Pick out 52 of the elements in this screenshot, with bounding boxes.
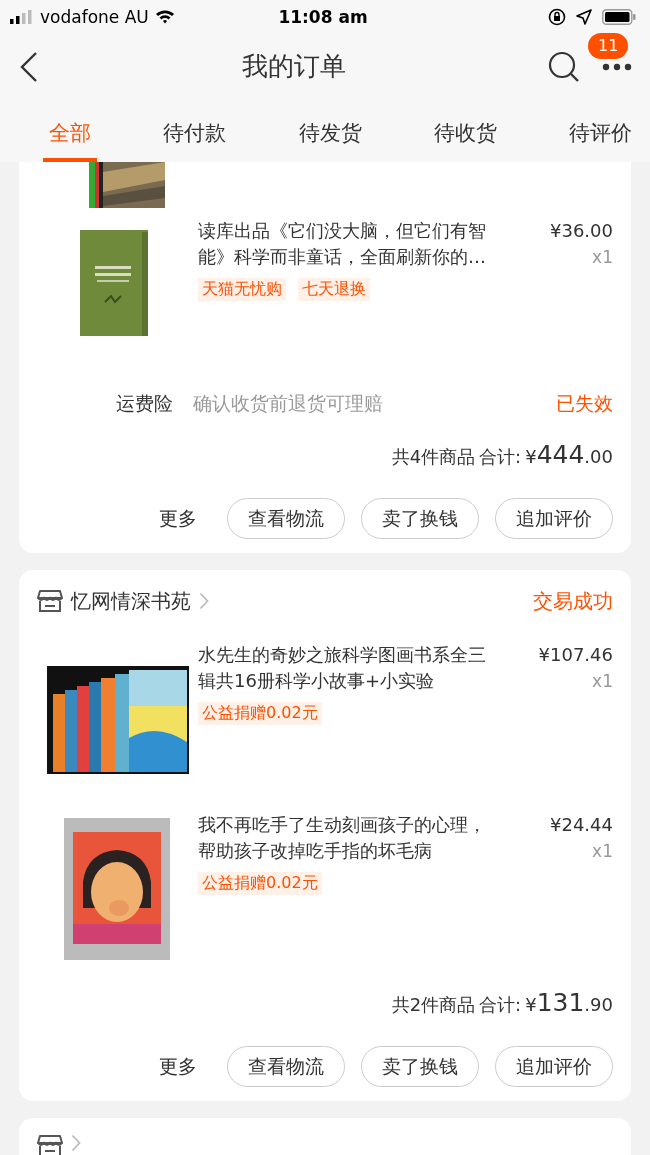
- product-quantity: x1: [592, 670, 613, 693]
- wifi-icon: [154, 9, 175, 24]
- action-button[interactable]: 卖了换钱: [361, 1046, 479, 1087]
- item-count: 共2件商品: [391, 993, 476, 1017]
- action-button[interactable]: 追加评价: [495, 498, 613, 539]
- insurance-text: 确认收货前退货可理赔: [193, 391, 384, 416]
- chevron-right-icon: [199, 592, 209, 610]
- more-link[interactable]: 更多: [159, 1053, 197, 1080]
- service-tag: 七天退换: [298, 278, 370, 301]
- search-icon[interactable]: [548, 50, 580, 83]
- notification-badge: 11: [588, 32, 629, 59]
- back-icon[interactable]: [18, 50, 40, 83]
- product-price: ¥24.44: [550, 813, 613, 837]
- page-title: 我的订单: [241, 50, 347, 83]
- service-tag: 公益捐赠0.02元: [198, 702, 322, 725]
- more-link[interactable]: 更多: [159, 505, 197, 532]
- store-icon: [37, 589, 63, 613]
- carrier-name: vodafone AU: [40, 6, 149, 27]
- product-quantity: x1: [592, 840, 613, 863]
- product-title[interactable]: 水先生的奇妙之旅科学图画书系全三辑共16册科学小故事+小实验: [198, 642, 498, 694]
- action-button[interactable]: 追加评价: [495, 1046, 613, 1087]
- total-amount: ¥444.00: [525, 440, 613, 469]
- store-icon: [37, 1134, 63, 1155]
- more-icon[interactable]: [602, 62, 632, 71]
- total-amount: ¥131.90: [525, 988, 613, 1017]
- action-button[interactable]: 查看物流: [227, 1046, 345, 1087]
- signal-icon: [10, 9, 34, 24]
- product-price: ¥107.46: [538, 643, 613, 667]
- tab[interactable]: 待评价: [563, 100, 638, 162]
- service-tag: 公益捐赠0.02元: [198, 872, 322, 895]
- tab[interactable]: 待发货: [292, 100, 368, 162]
- item-count: 共4件商品: [391, 445, 476, 469]
- product-quantity: x1: [592, 246, 613, 269]
- product-price: ¥36.00: [550, 219, 613, 243]
- total-label: 合计:: [479, 445, 522, 469]
- tab[interactable]: 待收货: [427, 100, 503, 162]
- battery-icon: [602, 8, 636, 25]
- service-tag: 天猫无忧购: [198, 278, 286, 301]
- insurance-label: 运费险: [116, 391, 173, 416]
- tab[interactable]: 待付款: [157, 100, 233, 162]
- rotation-lock-icon: [548, 7, 566, 26]
- status-time: 11:08 am: [277, 6, 369, 27]
- product-title[interactable]: 读库出品《它们没大脑，但它们有智能》科学而非童话，全面刷新你的…: [198, 218, 498, 270]
- action-button[interactable]: 卖了换钱: [361, 498, 479, 539]
- order-status: 交易成功: [532, 587, 613, 615]
- store-name[interactable]: 忆网情深书苑: [71, 587, 191, 615]
- total-label: 合计:: [479, 993, 522, 1017]
- action-button[interactable]: 查看物流: [227, 498, 345, 539]
- product-title[interactable]: 我不再吃手了生动刻画孩子的心理，帮助孩子改掉吃手指的坏毛病: [198, 812, 498, 864]
- chevron-right-icon: [71, 1134, 81, 1152]
- location-icon: [576, 8, 592, 25]
- insurance-status: 已失效: [556, 391, 613, 416]
